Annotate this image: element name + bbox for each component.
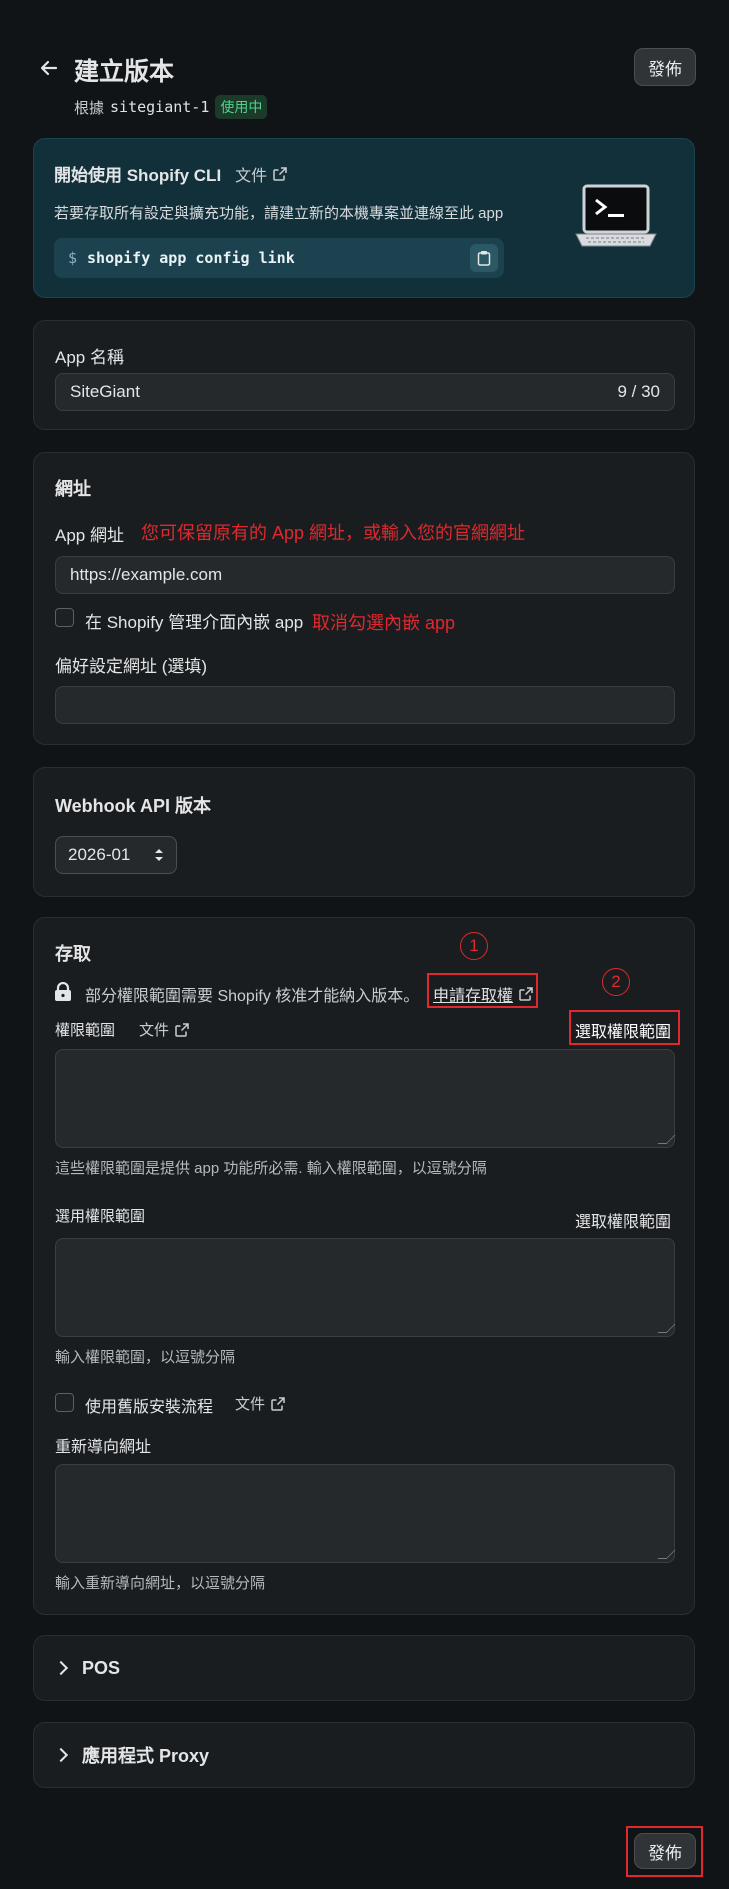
page-title: 建立版本 <box>74 58 175 86</box>
annotation-box-publish <box>626 1826 703 1877</box>
cli-title: 開始使用 Shopify CLI <box>54 166 222 185</box>
app-url-value: https://example.com <box>70 565 223 584</box>
lock-icon <box>55 982 71 1001</box>
app-proxy-section[interactable]: 應用程式 Proxy <box>33 1722 695 1788</box>
webhook-section-title: Webhook API 版本 <box>55 796 212 816</box>
optional-scopes-textarea[interactable] <box>55 1238 676 1337</box>
legacy-doc-link-label: 文件 <box>235 1396 266 1413</box>
copy-icon[interactable] <box>470 244 498 272</box>
chevron-right-icon <box>53 1747 69 1763</box>
optional-scopes-help-text: 輸入權限範圍，以逗號分隔 <box>55 1349 236 1366</box>
pos-section[interactable]: POS <box>33 1635 695 1701</box>
select-arrows-icon <box>155 849 163 861</box>
legacy-install-checkbox[interactable] <box>55 1393 74 1412</box>
cli-prompt: $ <box>68 249 78 267</box>
webhook-card: Webhook API 版本 2026-01 <box>33 767 695 897</box>
cli-doc-link-label: 文件 <box>235 167 268 185</box>
annotation-box-request-access <box>427 973 538 1008</box>
app-name-label: App 名稱 <box>55 348 124 367</box>
embed-app-annotation: 取消勾選內嵌 app <box>312 613 456 633</box>
version-subtitle: 根據 sitegiant-1 使用中 <box>74 95 268 119</box>
webhook-version-select[interactable]: 2026-01 <box>55 836 177 874</box>
annotation-marker-1: 1 <box>460 932 488 960</box>
back-arrow-icon[interactable] <box>38 57 60 79</box>
app-name-card: App 名稱 SiteGiant 9 / 30 <box>33 320 695 430</box>
publish-button-top[interactable]: 發佈 <box>634 48 696 86</box>
redirect-url-textarea[interactable] <box>55 1464 676 1563</box>
access-card: 存取 1 2 部分權限範圍需要 Shopify 核准才能納入版本。 申請存取權 … <box>33 917 695 1615</box>
based-on-label: 根據 <box>74 99 105 117</box>
scopes-textarea[interactable] <box>55 1049 676 1148</box>
scopes-label: 權限範圍 <box>55 1022 116 1039</box>
access-approval-notice: 部分權限範圍需要 Shopify 核准才能納入版本。 <box>85 988 420 1005</box>
cli-description: 若要存取所有設定與擴充功能，請建立新的本機專案並連線至此 app <box>54 205 504 222</box>
chevron-right-icon <box>53 1660 69 1676</box>
active-status-badge: 使用中 <box>215 95 268 119</box>
laptop-terminal-icon <box>574 184 658 250</box>
access-section-title: 存取 <box>55 944 91 964</box>
redirect-url-help-text: 輸入重新導向網址，以逗號分隔 <box>55 1575 266 1592</box>
app-url-annotation: 您可保留原有的 App 網址，或輸入您的官網網址 <box>141 523 526 543</box>
external-link-icon <box>175 1022 189 1037</box>
app-url-input[interactable]: https://example.com <box>55 556 675 594</box>
annotation-marker-2: 2 <box>602 968 630 996</box>
redirect-url-label: 重新導向網址 <box>55 1439 152 1456</box>
external-link-icon <box>273 166 287 181</box>
scopes-help-text: 這些權限範圍是提供 app 功能所必需. 輸入權限範圍，以逗號分隔 <box>55 1160 487 1177</box>
app-name-value: SiteGiant <box>70 382 140 401</box>
urls-section-title: 網址 <box>55 479 91 499</box>
app-proxy-section-title: 應用程式 Proxy <box>82 1746 210 1766</box>
cli-command-box: $ shopify app config link <box>54 238 504 278</box>
scopes-doc-link-label: 文件 <box>139 1022 170 1039</box>
cli-command: shopify app config link <box>87 249 295 267</box>
external-link-icon <box>271 1396 285 1411</box>
app-name-input[interactable]: SiteGiant 9 / 30 <box>55 373 675 411</box>
urls-card: 網址 App 網址 您可保留原有的 App 網址，或輸入您的官網網址 https… <box>33 452 695 745</box>
embed-app-checkbox[interactable] <box>55 608 74 627</box>
embed-app-label: 在 Shopify 管理介面內嵌 app <box>85 613 304 632</box>
cli-doc-link[interactable]: 文件 <box>235 162 287 186</box>
webhook-version-value: 2026-01 <box>68 845 131 864</box>
app-name-counter: 9 / 30 <box>617 382 660 401</box>
legacy-doc-link[interactable]: 文件 <box>235 1393 285 1414</box>
legacy-install-label: 使用舊版安裝流程 <box>85 1399 214 1416</box>
shopify-cli-card: 開始使用 Shopify CLI 文件 若要存取所有設定與擴充功能，請建立新的本… <box>33 138 695 298</box>
preferences-url-label: 偏好設定網址 (選填) <box>55 657 208 676</box>
annotation-box-select-scopes <box>569 1010 680 1045</box>
preferences-url-input[interactable] <box>55 686 675 724</box>
optional-select-scopes-button[interactable]: 選取權限範圍 <box>575 1208 671 1232</box>
scopes-doc-link[interactable]: 文件 <box>139 1019 189 1040</box>
base-version-name: sitegiant-1 <box>110 98 210 116</box>
optional-scopes-label: 選用權限範圍 <box>55 1208 146 1225</box>
pos-section-title: POS <box>82 1657 121 1678</box>
app-url-label: App 網址 <box>55 526 124 545</box>
